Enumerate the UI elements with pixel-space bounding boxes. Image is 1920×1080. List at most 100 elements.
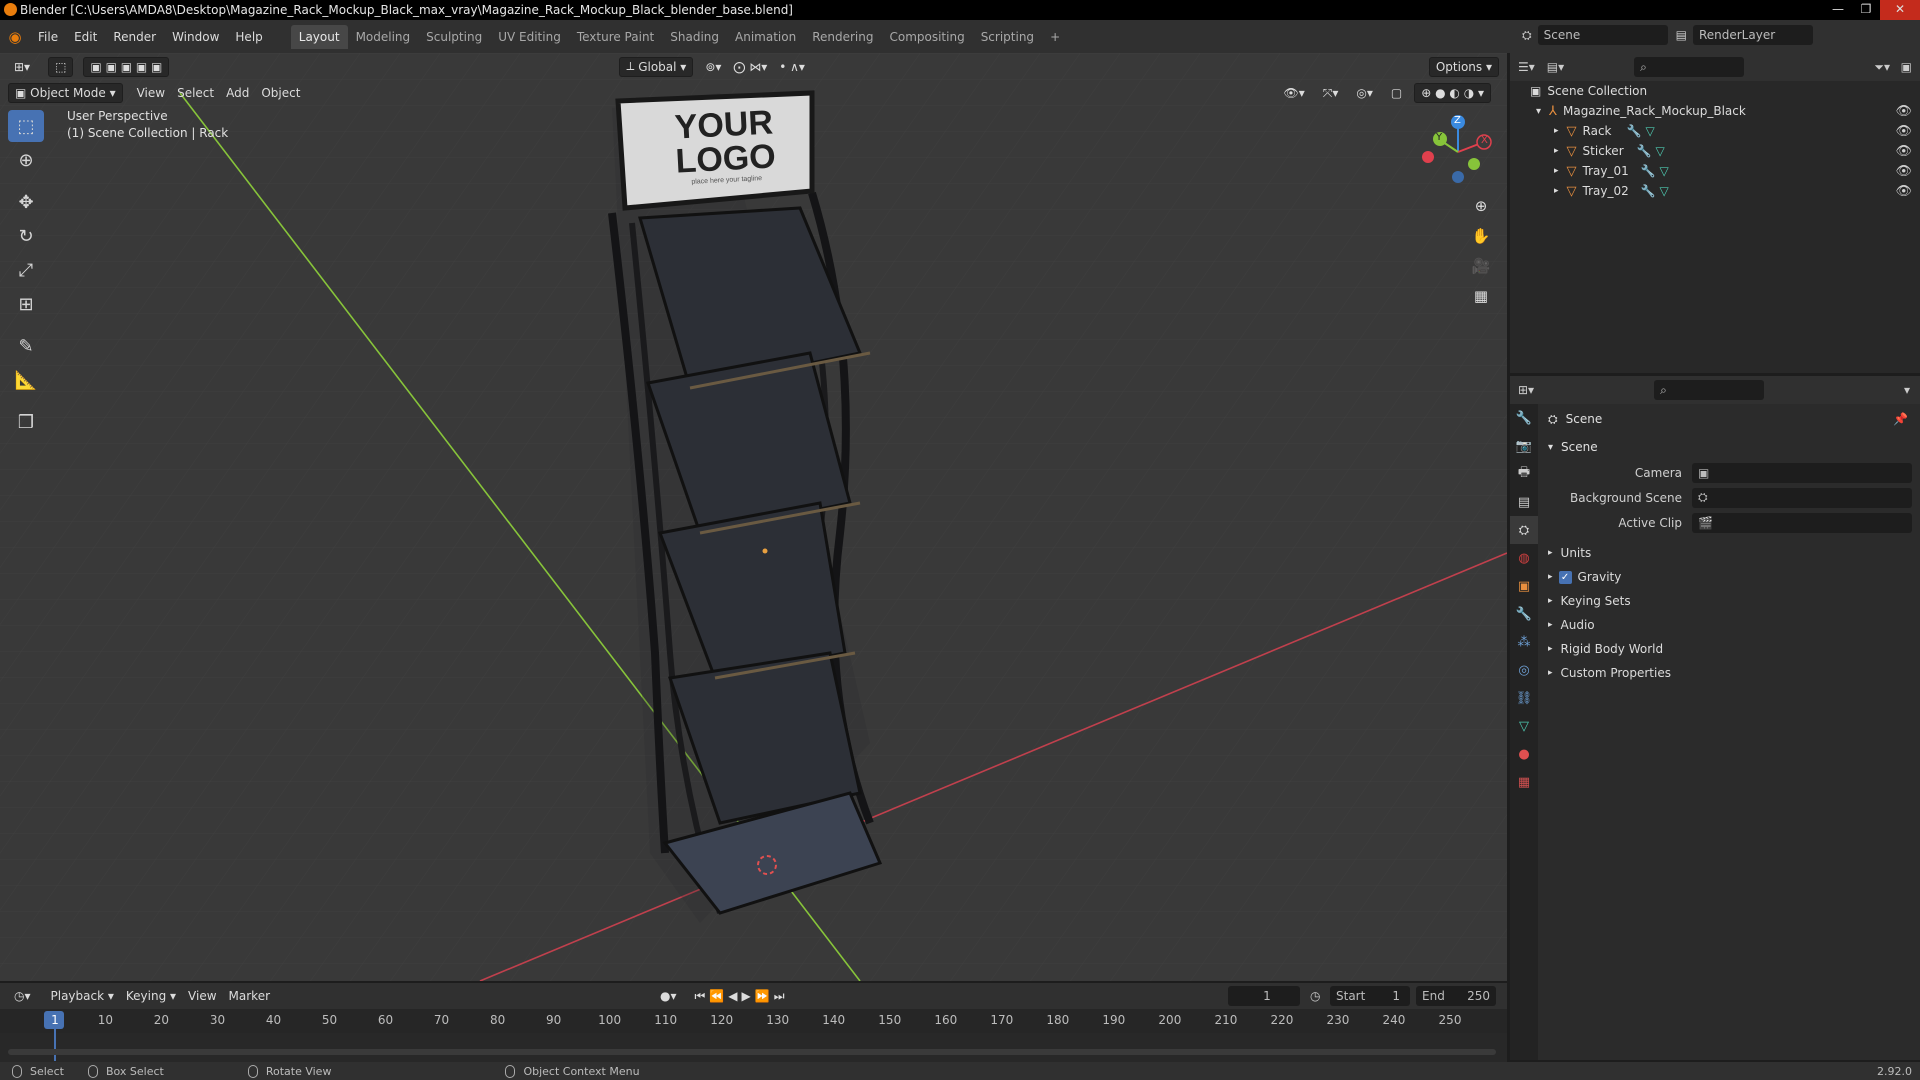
tab-sculpting[interactable]: Sculpting [418, 25, 490, 49]
select-box-tool-icon[interactable]: ⬚ [8, 110, 44, 142]
frame-start-field[interactable]: Start 1 [1330, 986, 1410, 1006]
modifier-wrench-icon[interactable]: 🔧 [1637, 144, 1652, 158]
menu-add[interactable]: Add [220, 83, 255, 103]
scene-panel-header[interactable]: ▾ Scene [1544, 434, 1920, 460]
camera-field[interactable]: ▣ [1692, 462, 1912, 483]
properties-search-input[interactable]: ⌕ [1654, 380, 1765, 400]
tab-uv-editing[interactable]: UV Editing [490, 25, 569, 49]
options-dropdown[interactable]: Options ▾ [1428, 56, 1499, 77]
modifier-wrench-icon[interactable]: 🔧 [1641, 164, 1656, 178]
custom-properties-panel[interactable]: ▸ Custom Properties [1544, 661, 1920, 685]
tab-shading[interactable]: Shading [662, 25, 727, 49]
close-button[interactable]: ✕ [1880, 0, 1920, 20]
mesh-data-icon[interactable]: ▽ [1659, 164, 1668, 178]
gizmo-toggle-icon[interactable]: ⤧▾ [1317, 83, 1345, 103]
texture-tab-icon[interactable]: ▦ [1510, 768, 1538, 796]
menu-timeline-view[interactable]: View [182, 986, 222, 1006]
visibility-eye-icon[interactable]: 👁 [1895, 184, 1912, 199]
menu-help[interactable]: Help [227, 30, 270, 44]
modifier-wrench-icon[interactable]: 🔧 [1641, 184, 1656, 198]
menu-playback[interactable]: Playback ▾ [45, 986, 120, 1006]
viewport-3d[interactable]: YOUR LOGO place here your tagline [0, 53, 1507, 981]
proportional-edit-icon[interactable]: • ∧▾ [773, 57, 811, 77]
properties-options-icon[interactable]: ▾ [1904, 383, 1910, 397]
maximize-button[interactable]: ❐ [1852, 0, 1880, 20]
timeline-editor-icon[interactable]: ◷▾ [8, 986, 37, 1006]
preview-range-icon[interactable]: ◷ [1310, 989, 1320, 1003]
world-tab-icon[interactable]: ◍ [1510, 544, 1538, 572]
play-icon[interactable]: ▶ [742, 989, 751, 1004]
record-icon[interactable]: ●▾ [660, 989, 677, 1004]
filter-icon[interactable]: ⏷▾ [1874, 60, 1890, 75]
annotate-tool-icon[interactable]: ✎ [8, 330, 44, 362]
modifier-tab-icon[interactable]: 🔧 [1510, 600, 1538, 628]
add-cube-tool-icon[interactable]: ❒ [8, 406, 44, 438]
modifier-wrench-icon[interactable]: 🔧 [1627, 124, 1642, 138]
snap-icon[interactable]: ⨀ ⋈▾ [727, 57, 773, 77]
render-tab-icon[interactable]: 📷 [1510, 432, 1538, 460]
constraints-tab-icon[interactable]: ⛓ [1510, 684, 1538, 712]
expand-chevron-icon[interactable]: ▸ [1554, 126, 1559, 136]
scale-tool-icon[interactable]: ⤢ [8, 254, 44, 286]
expand-chevron-icon[interactable]: ▸ [1554, 146, 1559, 156]
visibility-eye-icon[interactable]: 👁 [1895, 164, 1912, 179]
timeline-scrollbar[interactable] [8, 1049, 1496, 1055]
menu-render[interactable]: Render [105, 30, 164, 44]
cursor-tool-icon[interactable]: ⊕ [8, 144, 44, 176]
pin-icon[interactable]: 📌 [1893, 412, 1908, 426]
prev-keyframe-icon[interactable]: ⏪ [709, 989, 724, 1004]
visibility-eye-icon[interactable]: 👁 [1895, 104, 1912, 119]
pivot-point-icon[interactable]: ⊚▾ [699, 57, 727, 77]
mode-dropdown[interactable]: ▣ Object Mode ▾ [8, 83, 123, 103]
mesh-data-icon[interactable]: ▽ [1659, 184, 1668, 198]
menu-window[interactable]: Window [164, 30, 227, 44]
outliner-item-tray-02[interactable]: ▸ ▽ Tray_02 🔧 ▽ 👁 [1510, 181, 1920, 201]
jump-start-icon[interactable]: ⏮ [695, 989, 706, 1004]
minimize-button[interactable]: — [1824, 0, 1852, 20]
select-tool-icon[interactable]: ⬚ [48, 56, 74, 77]
measure-tool-icon[interactable]: 📐 [8, 364, 44, 396]
outliner-editor-icon[interactable]: ☰▾ [1518, 60, 1535, 74]
tab-texture-paint[interactable]: Texture Paint [569, 25, 662, 49]
mesh-data-icon[interactable]: ▽ [1645, 124, 1654, 138]
zoom-icon[interactable]: ⊕ [1468, 193, 1494, 219]
selection-mode-icons[interactable]: ▣ ▣ ▣ ▣ ▣ [83, 56, 170, 77]
gravity-checkbox[interactable]: ✓ [1558, 570, 1572, 584]
add-workspace-icon[interactable]: + [1042, 25, 1068, 49]
new-collection-icon[interactable]: ▣ [1901, 60, 1912, 74]
properties-editor-icon[interactable]: ⊞▾ [1518, 383, 1534, 397]
material-tab-icon[interactable]: ● [1510, 740, 1538, 768]
data-tab-icon[interactable]: ▽ [1510, 712, 1538, 740]
tab-animation[interactable]: Animation [727, 25, 804, 49]
mesh-data-icon[interactable]: ▽ [1655, 144, 1664, 158]
blender-menu-icon[interactable]: ◉ [0, 28, 30, 46]
tab-rendering[interactable]: Rendering [804, 25, 881, 49]
frame-end-field[interactable]: End 250 [1416, 986, 1496, 1006]
outliner-search-input[interactable]: ⌕ [1634, 57, 1745, 77]
gravity-panel[interactable]: ▸ ✓ Gravity [1544, 565, 1920, 589]
xray-icon[interactable]: ▢ [1385, 83, 1408, 103]
rigid-body-world-panel[interactable]: ▸ Rigid Body World [1544, 637, 1920, 661]
outliner-collection-row[interactable]: ▾ ⅄ Magazine_Rack_Mockup_Black 👁 [1510, 101, 1920, 121]
menu-edit[interactable]: Edit [66, 30, 105, 44]
audio-panel[interactable]: ▸ Audio [1544, 613, 1920, 637]
menu-keying[interactable]: Keying ▾ [120, 986, 182, 1006]
menu-marker[interactable]: Marker [223, 986, 276, 1006]
tab-layout[interactable]: Layout [290, 24, 348, 49]
particles-tab-icon[interactable]: ⁂ [1510, 628, 1538, 656]
menu-select[interactable]: Select [171, 83, 220, 103]
display-mode-icon[interactable]: ▤▾ [1547, 60, 1564, 74]
menu-object[interactable]: Object [255, 83, 306, 103]
play-reverse-icon[interactable]: ◀ [728, 989, 737, 1004]
visibility-eye-icon[interactable]: 👁 [1895, 124, 1912, 139]
camera-view-icon[interactable]: 🎥 [1468, 253, 1494, 279]
physics-tab-icon[interactable]: ◎ [1510, 656, 1538, 684]
outliner-item-sticker[interactable]: ▸ ▽ Sticker 🔧 ▽ 👁 [1510, 141, 1920, 161]
scene-selector[interactable]: Scene [1537, 25, 1668, 45]
transform-orientation-dropdown[interactable]: ⟂ Global ▾ [619, 56, 694, 77]
timeline-ruler[interactable]: 1 10 20 30 40 50 60 70 80 90 100 110 120 130 140 150 160… [0, 1009, 1507, 1061]
expand-chevron-icon[interactable]: ▾ [1536, 106, 1541, 117]
transform-tool-icon[interactable]: ⊞ [8, 288, 44, 320]
menu-view[interactable]: View [131, 83, 171, 103]
visibility-icon[interactable]: 👁▾ [1278, 83, 1311, 103]
